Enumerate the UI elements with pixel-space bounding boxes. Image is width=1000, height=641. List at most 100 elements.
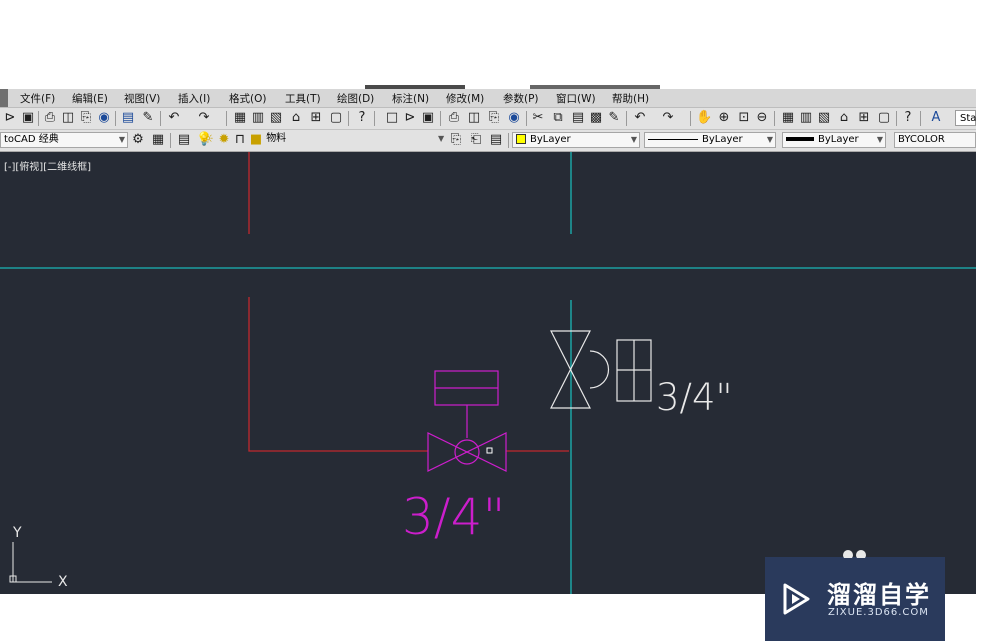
sheet-set2-icon[interactable]: ⌂ [836,110,852,126]
markup2-icon[interactable]: ⊞ [856,110,872,126]
open-icon[interactable]: ⊳ [2,110,18,126]
undo2-icon[interactable]: ↶ [632,110,648,126]
drawing-canvas[interactable]: Y X 3/4" 3/4" [0,152,976,594]
properties2-icon[interactable]: ▦ [780,110,796,126]
top-blank-area [0,0,1000,88]
calc2-icon[interactable]: ▢ [876,110,892,126]
make-current-icon[interactable]: ⎘ [448,132,464,148]
redo-icon[interactable]: ↷ [196,110,212,126]
app-menu-edge [0,89,8,107]
3d-publish-icon[interactable]: ◉ [96,110,112,126]
drawing-viewport[interactable]: [-][俯视][二维线框] Y X 3/4" 3/4" 溜溜自学 ZIXUE.3… [0,152,976,641]
color-combo[interactable]: ByLayer ▼ [512,132,640,148]
plotstyle-value: BYCOLOR [898,134,945,145]
cut-icon[interactable]: ✂ [530,110,546,126]
pan-icon[interactable]: ✋ [696,110,712,126]
linetype-combo[interactable]: ByLayer ▼ [644,132,776,148]
toolbar-separator [920,111,921,126]
menu-tools[interactable]: 工具(T) [285,91,321,106]
red-pipe-left [248,297,428,452]
layer-states-icon[interactable]: ▦ [232,110,248,126]
text-style-icon[interactable]: A [928,110,944,126]
customize-icon[interactable]: ▦ [150,132,166,148]
chevron-down-icon: ▼ [766,135,773,144]
pipe-size-label-upper[interactable]: 3/4" [656,376,733,419]
copy-icon[interactable]: ⧉ [550,110,566,126]
zoom-window-icon[interactable]: ⊡ [736,110,752,126]
layer-previous-icon[interactable]: ⎗ [468,132,484,148]
toolbar-separator [160,111,161,126]
lightbulb-icon: ☼ [202,132,214,147]
print-preview-icon[interactable]: ◫ [60,110,76,126]
actuated-valve-symbol [427,370,507,472]
match-properties-icon[interactable]: ✎ [140,110,156,126]
toolbar-separator [348,111,349,126]
chevron-down-icon[interactable]: ▼ [438,134,444,143]
properties-icon[interactable]: ▥ [250,110,266,126]
toolbar-separator [774,111,775,126]
redo2-icon[interactable]: ↷ [660,110,676,126]
save-icon[interactable]: ▣ [20,110,36,126]
menu-file[interactable]: 文件(F) [20,91,55,106]
help-icon[interactable]: ? [354,110,370,126]
sheet-set-icon[interactable]: ⌂ [288,110,304,126]
toolbar-separator [115,111,116,126]
paste-icon[interactable]: ▤ [570,110,586,126]
lineweight-combo[interactable]: ByLayer ▼ [782,132,886,148]
toolbar-separator [38,111,39,126]
zoom-realtime-icon[interactable]: ⊕ [716,110,732,126]
lineweight-preview [786,137,814,141]
linetype-preview [648,138,698,140]
menu-dimension[interactable]: 标注(N) [392,91,429,106]
new-icon[interactable]: □ [384,110,400,126]
plot-preview-icon[interactable]: ◫ [466,110,482,126]
layer-manager-icon[interactable]: ▤ [176,132,192,148]
workspace-combo[interactable]: toCAD 经典 ▼ [0,132,128,148]
menu-edit[interactable]: 编辑(E) [72,91,108,106]
3d-dwf-icon[interactable]: ◉ [506,110,522,126]
tool-palettes-icon[interactable]: ▧ [268,110,284,126]
pipe-size-label-lower[interactable]: 3/4" [402,488,505,546]
lineweight-value: ByLayer [818,134,859,145]
ucs-icon [9,542,52,583]
design-center-icon[interactable]: ▤ [120,110,136,126]
linetype-value: ByLayer [702,134,743,145]
layer-match-icon[interactable]: ▤ [488,132,504,148]
menu-insert[interactable]: 插入(I) [178,91,210,106]
plotstyle-combo[interactable]: BYCOLOR [894,132,976,148]
chevron-down-icon: ▼ [876,135,883,144]
plot-icon[interactable]: ⎙ [446,110,462,126]
text-style-combo[interactable]: Sta [955,110,976,126]
color-square-icon: ■ [249,132,263,147]
markup-icon[interactable]: ⊞ [308,110,324,126]
toolbar-separator [526,111,527,126]
design-center2-icon[interactable]: ▥ [798,110,814,126]
help2-icon[interactable]: ? [900,110,916,126]
publish-icon[interactable]: ⎘ [78,110,94,126]
menu-window[interactable]: 窗口(W) [556,91,596,106]
menu-help[interactable]: 帮助(H) [612,91,649,106]
menu-modify[interactable]: 修改(M) [446,91,484,106]
calculator-icon[interactable]: ▢ [328,110,344,126]
match-prop-icon[interactable]: ✎ [606,110,622,126]
ears-icon [843,550,866,560]
zoom-previous-icon[interactable]: ⊖ [754,110,770,126]
sun-icon: ✹ [218,132,230,147]
layer-value: 物料 [266,133,287,144]
gate-valve-symbol [550,330,652,409]
menu-draw[interactable]: 绘图(D) [337,91,374,106]
open-file-icon[interactable]: ⊳ [402,110,418,126]
block-editor-icon[interactable]: ▩ [588,110,604,126]
print-icon[interactable]: ⎙ [42,110,58,126]
publish-dwf-icon[interactable]: ⎘ [486,110,502,126]
save-file-icon[interactable]: ▣ [420,110,436,126]
watermark-url: ZIXUE.3D66.COM [828,607,929,618]
lock-icon: ⊓ [234,132,246,147]
workspace-settings-icon[interactable]: ⚙ [130,132,146,148]
menu-view[interactable]: 视图(V) [124,91,160,106]
undo-icon[interactable]: ↶ [166,110,182,126]
toolbar-separator [508,133,509,148]
menu-parametric[interactable]: 参数(P) [503,91,539,106]
tool-palette2-icon[interactable]: ▧ [816,110,832,126]
menu-format[interactable]: 格式(O) [229,91,266,106]
